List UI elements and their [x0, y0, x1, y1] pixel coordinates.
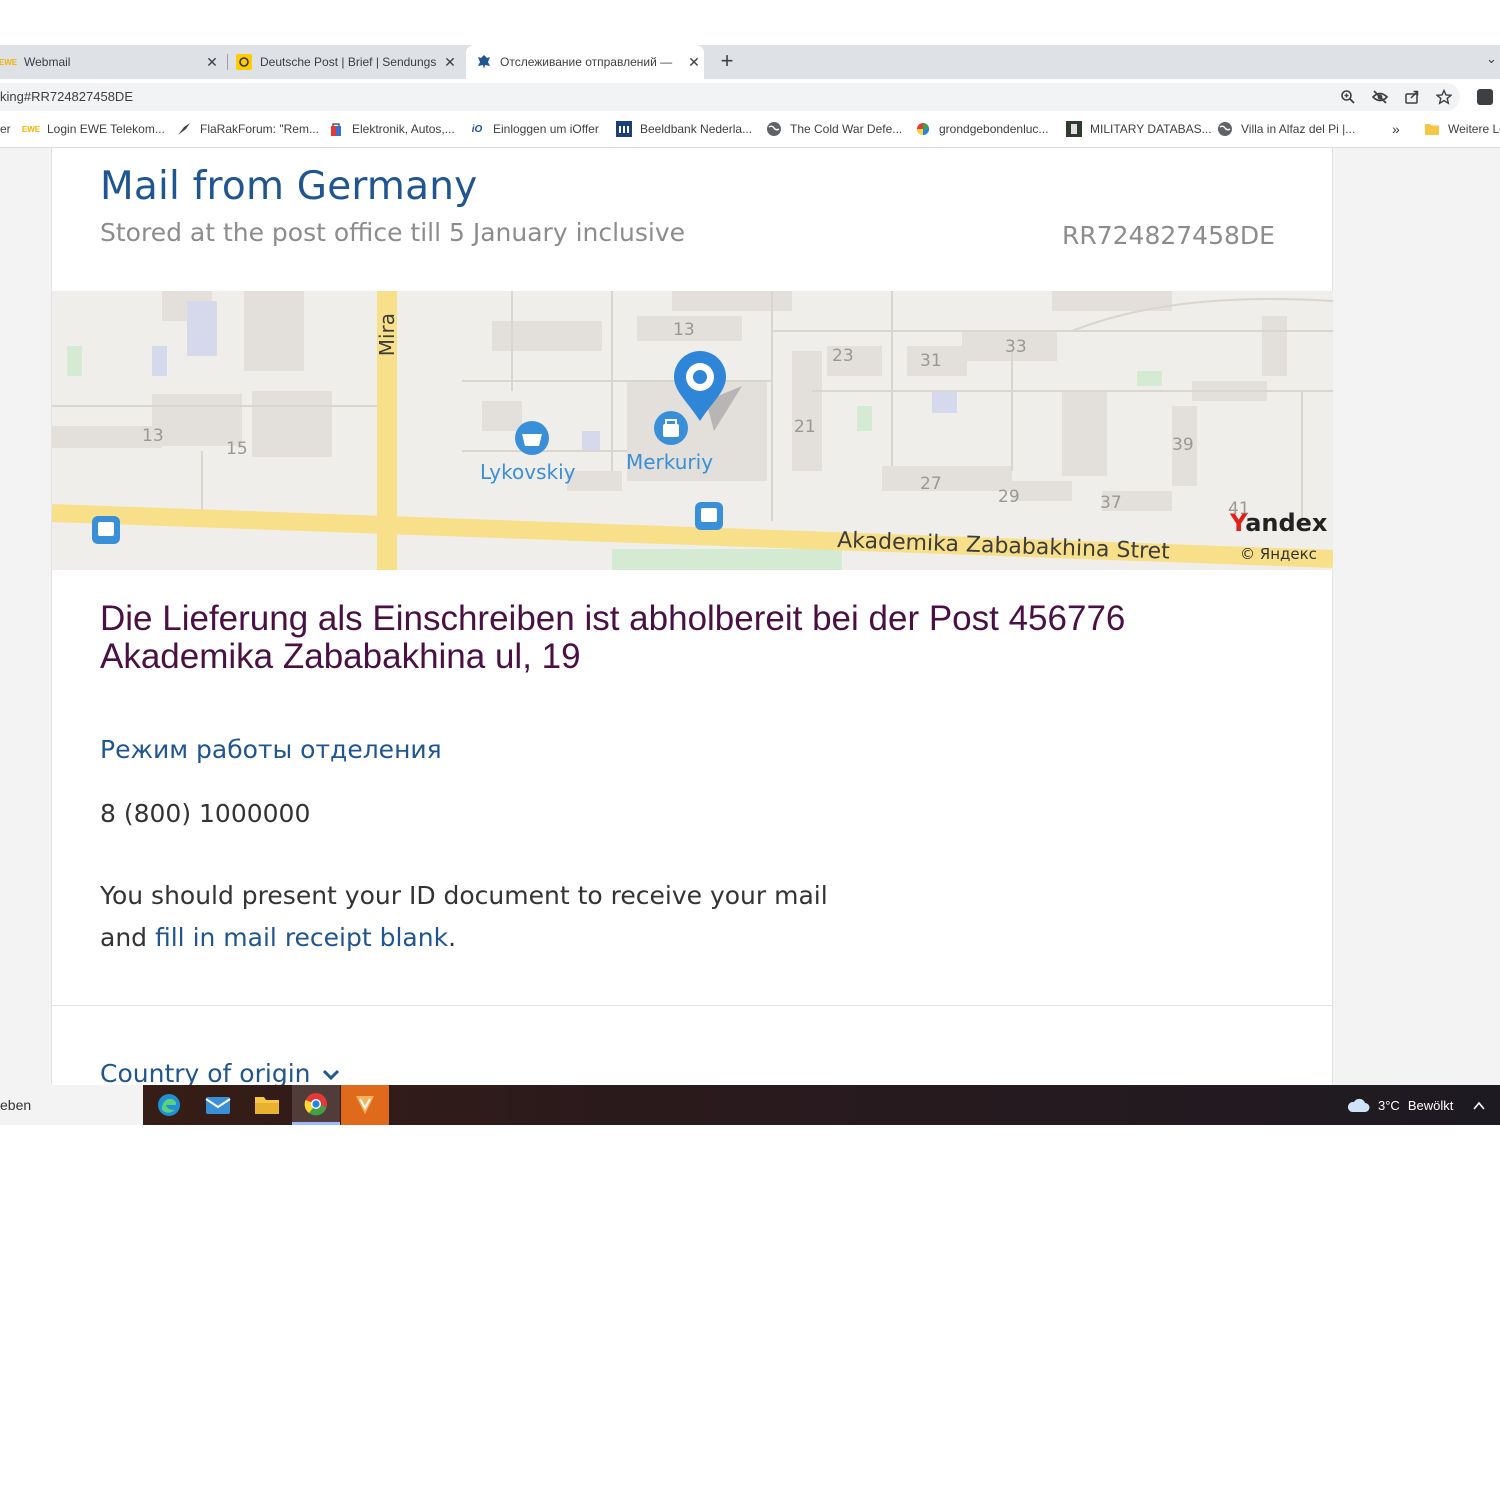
tab-separator — [227, 54, 228, 70]
file-explorer-icon[interactable] — [243, 1085, 291, 1125]
poi-lykovskiy: Lykovskiy — [480, 460, 576, 484]
bookmark-item[interactable]: The Cold War Defe... — [766, 116, 902, 142]
mail-icon[interactable] — [194, 1085, 242, 1125]
bookmark-item[interactable]: Beeldbank Nederla... — [616, 116, 752, 142]
windows-taskbar: eben 3°C Bewölkt — [0, 1085, 1500, 1125]
bookmark-item[interactable]: MILITARY DATABAS... — [1066, 116, 1212, 142]
tab-title: Webmail — [24, 55, 71, 69]
bookmark-item[interactable]: grondgebondenluc... — [915, 116, 1048, 142]
globe-icon — [766, 121, 782, 137]
id-note-line: and fill in mail receipt blank. — [100, 923, 457, 952]
house-number: 31 — [920, 351, 942, 371]
omnibox[interactable] — [0, 83, 1460, 111]
delivery-status: Die Lieferung als Einschreiben ist abhol… — [100, 600, 1280, 676]
bookmark-item[interactable]: EWE Login EWE Telekom... — [21, 116, 165, 142]
map-copyright: © Яндекс — [1240, 545, 1317, 563]
delivery-status-line: Die Lieferung als Einschreiben ist abhol… — [100, 599, 1126, 638]
beeldbank-icon — [616, 121, 632, 137]
house-number: 15 — [226, 439, 248, 459]
weather-temperature: 3°C — [1378, 1097, 1400, 1113]
bus-stop-icon — [695, 502, 723, 530]
weather-condition: Bewölkt — [1407, 1097, 1454, 1113]
edge-icon[interactable] — [145, 1085, 193, 1125]
cloud-icon — [1346, 1097, 1370, 1113]
tab-search-chevron-icon[interactable]: ⌄ — [1486, 45, 1500, 73]
section-divider — [52, 1005, 1333, 1006]
globe-icon — [1217, 121, 1233, 137]
bookmark-item[interactable]: FlaRakForum: "Rem... — [176, 116, 319, 142]
share-icon[interactable] — [1402, 87, 1422, 107]
bus-stop-icon — [92, 516, 120, 544]
chrome-icon[interactable] — [292, 1085, 340, 1125]
id-note-line: You should present your ID document to r… — [100, 881, 828, 910]
street-label-mira: Mira — [375, 313, 399, 356]
color-wheel-icon — [915, 121, 931, 137]
bookmark-item[interactable]: Elektronik, Autos,... — [328, 116, 455, 142]
house-number: 29 — [998, 487, 1020, 507]
tab-title: Deutsche Post | Brief | Sendungs — [260, 55, 437, 69]
bookmark-item[interactable]: er — [0, 116, 11, 142]
id-document-note: You should present your ID document to r… — [100, 875, 828, 959]
bookmarks-overflow-button[interactable]: » — [1392, 116, 1400, 142]
tracking-card: Mail from Germany Stored at the post off… — [51, 148, 1333, 1085]
close-tab-icon[interactable]: ✕ — [684, 54, 704, 71]
page-title: Mail from Germany — [100, 164, 478, 209]
extension-icon[interactable] — [1477, 89, 1493, 105]
bookmark-item[interactable]: Villa in Alfaz del Pi |... — [1217, 116, 1355, 142]
house-number: 13 — [142, 426, 164, 446]
chevron-up-icon[interactable] — [1472, 1085, 1488, 1125]
page-viewport: Mail from Germany Stored at the post off… — [0, 148, 1500, 1085]
ioffer-icon: iO — [471, 123, 483, 135]
phone-number: 8 (800) 1000000 — [100, 799, 311, 828]
shopping-bag-icon — [328, 121, 344, 137]
app-icon[interactable] — [341, 1085, 389, 1125]
house-number: 13 — [673, 320, 695, 340]
url-text[interactable]: king#RR724827458DE — [0, 90, 133, 104]
other-bookmarks-folder[interactable]: Weitere Le — [1424, 116, 1500, 142]
house-number: 37 — [1100, 493, 1122, 513]
basket-icon — [515, 421, 549, 455]
military-database-icon — [1066, 121, 1082, 137]
tab-title: Отслеживание отправлений — — [500, 55, 673, 69]
house-number: 27 — [920, 474, 942, 494]
deutsche-post-icon — [236, 54, 252, 70]
close-tab-icon[interactable]: ✕ — [202, 54, 222, 71]
house-number: 21 — [794, 417, 816, 437]
office-hours-link[interactable]: Режим работы отделения — [100, 735, 442, 764]
zoom-icon[interactable] — [1338, 87, 1358, 107]
ewe-icon: EWE — [21, 124, 41, 134]
close-tab-icon[interactable]: ✕ — [440, 54, 460, 71]
bookmark-star-icon[interactable] — [1434, 87, 1454, 107]
rocket-icon — [176, 121, 192, 137]
map-brand: Yandex — [1229, 509, 1328, 537]
house-number: 23 — [832, 346, 854, 366]
window-top-area — [0, 0, 1500, 45]
new-tab-button[interactable]: + — [714, 45, 740, 79]
address-bar — [0, 79, 1500, 116]
eye-off-icon[interactable] — [1370, 87, 1390, 107]
taskbar-search-box[interactable]: eben — [0, 1085, 143, 1125]
tracking-number: RR724827458DE — [1062, 221, 1275, 250]
house-number: 33 — [1005, 337, 1027, 357]
delivery-address-line: Akademika Zababakhina ul, 19 — [100, 637, 581, 676]
poi-merkuriy: Merkuriy — [626, 450, 713, 474]
tab-strip: EWE Webmail ✕ Deutsche Post | Brief | Se… — [0, 45, 1500, 79]
country-of-origin-label: Country of origin — [100, 1059, 311, 1085]
receipt-blank-link[interactable]: fill in mail receipt blank — [155, 923, 448, 952]
shopping-bag-icon — [654, 411, 688, 445]
ewe-icon: EWE — [0, 57, 18, 67]
storage-deadline: Stored at the post office till 5 January… — [100, 218, 686, 247]
tab-russian-post[interactable]: Отслеживание отправлений — ✕ — [466, 45, 704, 79]
bookmark-item[interactable]: iO Einloggen um iOffer — [469, 116, 599, 142]
weather-widget[interactable]: 3°C Bewölkt — [1346, 1085, 1453, 1125]
house-number: 39 — [1172, 435, 1194, 455]
tab-webmail[interactable]: EWE Webmail ✕ — [0, 45, 222, 79]
chevron-down-icon — [321, 1067, 341, 1081]
bookmarks-bar: er EWE Login EWE Telekom... FlaRakForum:… — [0, 116, 1500, 148]
country-of-origin-toggle[interactable]: Country of origin — [100, 1059, 341, 1085]
tab-deutsche-post[interactable]: Deutsche Post | Brief | Sendungs ✕ — [236, 45, 460, 79]
russian-post-icon — [476, 54, 492, 70]
folder-icon — [1424, 121, 1440, 137]
post-office-map[interactable]: Mira Akademika Zababakhina Stret 13 23 3… — [52, 291, 1333, 570]
